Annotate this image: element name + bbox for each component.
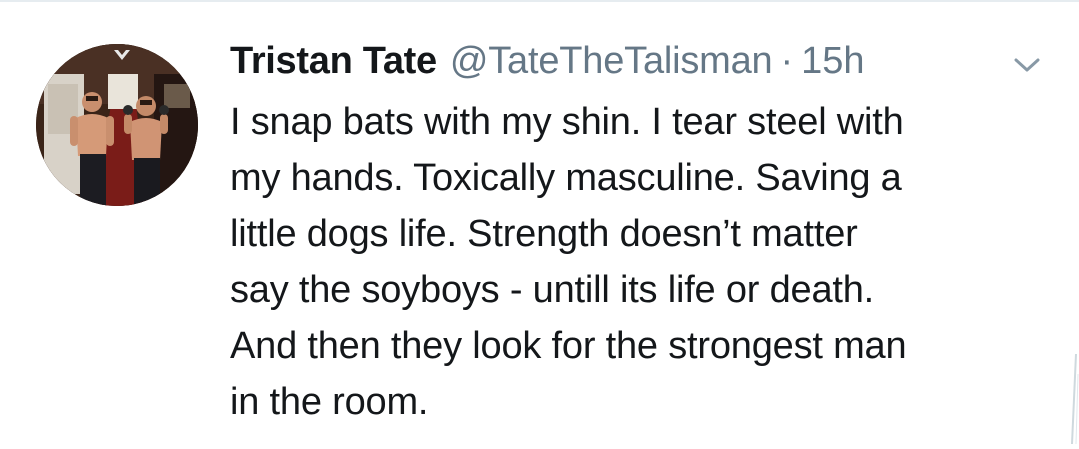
chevron-down-icon[interactable]	[1012, 54, 1042, 76]
username-handle[interactable]: @TateTheTalisman	[450, 40, 773, 83]
timestamp[interactable]: 15h	[801, 40, 864, 83]
avatar-photo	[36, 44, 198, 206]
tweet-text-line: little dogs life. Strength doesn’t matte…	[230, 213, 858, 255]
tweet[interactable]: Tristan Tate @TateTheTalisman · 15h I sn…	[0, 0, 1079, 445]
tweet-text-line: I snap bats with my shin. I tear steel w…	[230, 101, 904, 143]
tweet-text-line: in the room.	[230, 381, 429, 423]
tweet-text: I snap bats with my shin. I tear steel w…	[230, 94, 1060, 430]
display-name[interactable]: Tristan Tate	[230, 40, 437, 83]
separator-dot: ·	[780, 40, 794, 82]
avatar[interactable]	[36, 44, 198, 206]
tweet-header: Tristan Tate @TateTheTalisman · 15h	[230, 40, 865, 90]
tweet-text-line: my hands. Toxically masculine. Saving a	[230, 157, 902, 199]
tweet-text-line: say the soyboys - untill its life or dea…	[230, 269, 875, 311]
media-preview-edge	[1064, 353, 1079, 445]
tweet-text-line: And then they look for the strongest man	[230, 325, 907, 367]
